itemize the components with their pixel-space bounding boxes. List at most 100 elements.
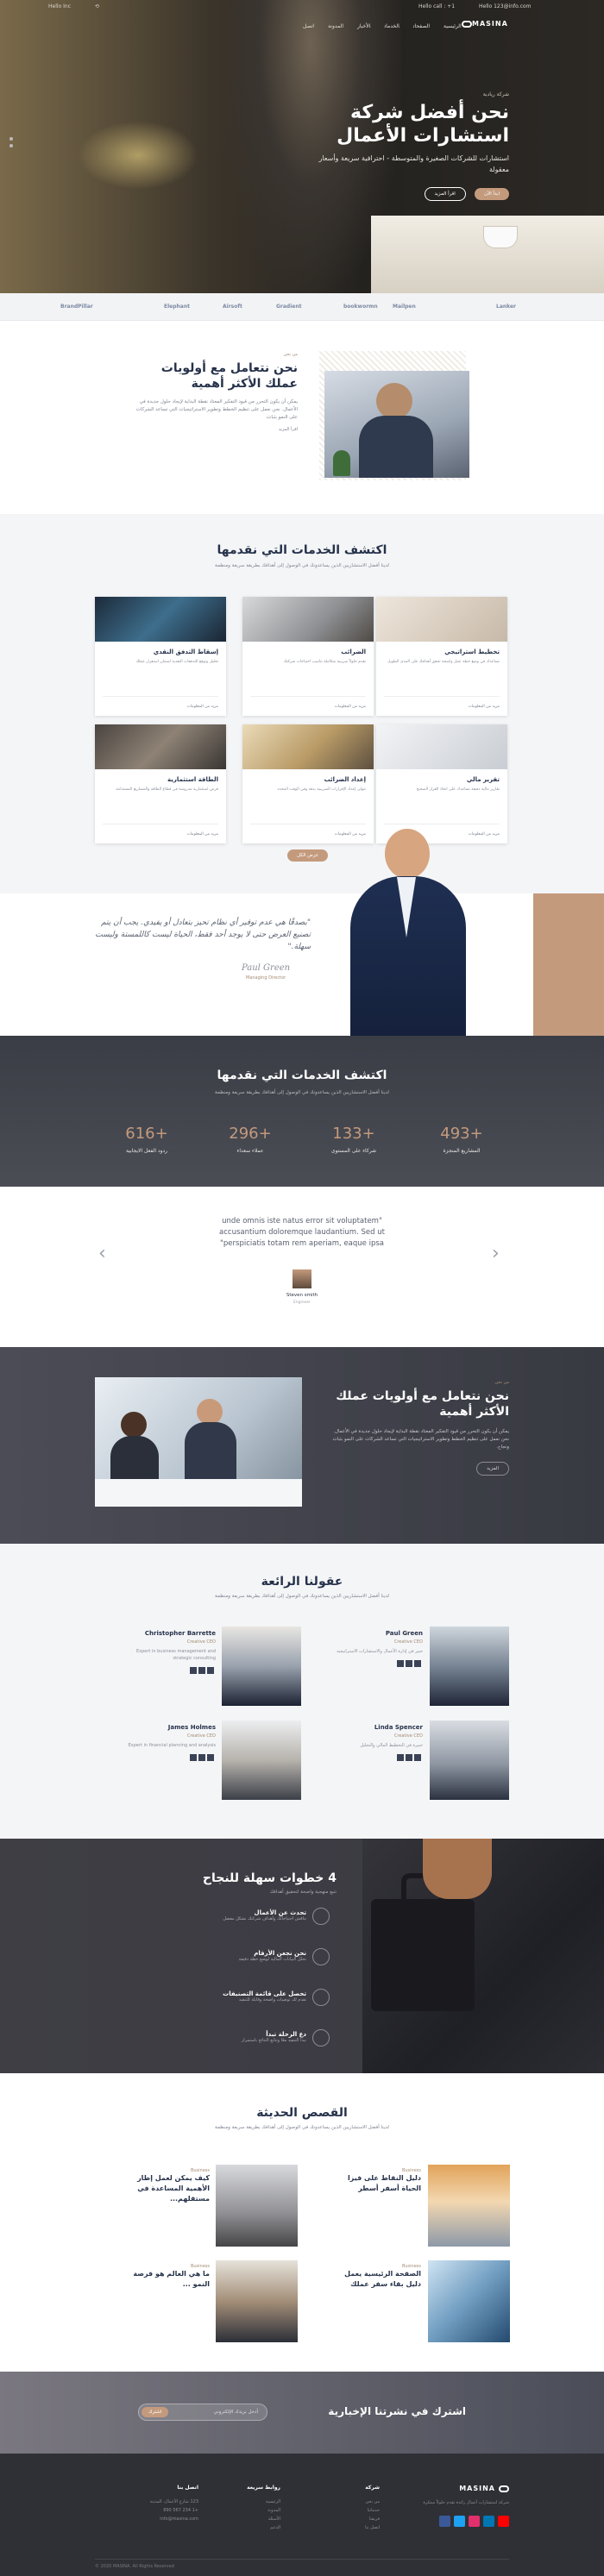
footer-copyright: © 2020 MASINA. All Rights Reserved	[95, 2564, 174, 2569]
team-member-info: Christopher Barrette Creative CEO Expert…	[121, 1630, 216, 1676]
testimonial-role: Managing Director	[246, 975, 286, 981]
team-member-desc: Expert in financial planning and analysi…	[128, 1743, 216, 1748]
hero-secondary-button[interactable]: اقرأ المزيد	[424, 187, 466, 201]
nav-item[interactable]: الأخبار	[357, 23, 371, 29]
about-photo	[324, 371, 469, 478]
testimonial-accent-block	[533, 893, 604, 1036]
team-member-info: James Holmes Creative CEO Expert in fina…	[121, 1724, 216, 1763]
service-card-more-link[interactable]: مزيد من المعلومات	[469, 832, 500, 837]
footer-link[interactable]: من نحن	[302, 2498, 381, 2506]
footer-contact: 123 شارع الأعمال، المدينة	[149, 2499, 198, 2504]
service-card[interactable]: إسقاط التدفق النقدي تحليل وتوقع التدفقات…	[95, 597, 226, 716]
service-card[interactable]: الطاقة استثمارية فرص استثمارية مدروسة في…	[95, 724, 226, 843]
service-card-image	[95, 724, 226, 769]
photo-person-1	[121, 1412, 147, 1438]
blog-post-title[interactable]: الصفحة الرئيسية يعمل دليل بقاء سفر عملك	[328, 2269, 421, 2290]
stat-item: 133+ شركاء على المستوى	[311, 1125, 397, 1154]
about-content: من نحن نحن نتعامل مع أولويات عملك الأكثر…	[129, 352, 298, 432]
stat-item: 493+ المشاريع المنجزة	[418, 1125, 505, 1154]
services-view-all-button[interactable]: عرض الكل	[287, 849, 329, 862]
twitter-icon	[406, 1660, 412, 1667]
instagram-icon[interactable]	[469, 2516, 480, 2527]
team-member-photo	[222, 1626, 301, 1706]
service-card-desc: فرص استثمارية مدروسة في قطاع الطاقة والم…	[116, 787, 218, 792]
stat-label: عملاء سعداء	[236, 1148, 264, 1154]
footer-link[interactable]: المدونة	[203, 2506, 280, 2515]
testimonial-quote: "بصدقًا هي عدم توفير أي نظام تحيز بتعادل…	[95, 918, 311, 951]
quote-prev-arrow-icon[interactable]: ‹	[98, 1243, 106, 1264]
team-member-social[interactable]	[121, 1754, 216, 1763]
partner-logo: BrandPillar	[60, 304, 93, 310]
service-card[interactable]: تخطيط استراتيجي نساعدك في وضع خطة عمل وا…	[376, 597, 507, 716]
team-member-social[interactable]	[121, 1667, 216, 1676]
footer-about: شركة استشارات أعمال رائدة تقدم حلولاً مب…	[423, 2500, 509, 2505]
person-head	[385, 829, 430, 879]
services-section: اكتشف الخدمات التي نقدمها لدينا أفضل الا…	[0, 514, 604, 893]
service-card-more-link[interactable]: مزيد من المعلومات	[187, 832, 218, 837]
footer-link[interactable]: فريقنا	[302, 2515, 380, 2523]
team-member-social[interactable]	[328, 1754, 423, 1763]
hero-primary-button[interactable]: ابدأ الآن	[475, 188, 509, 200]
team-member-social[interactable]	[328, 1660, 423, 1669]
partner-logo: bookwormn	[343, 304, 378, 310]
testimonial-signature: Paul Green	[242, 963, 291, 973]
footer-link[interactable]: خدماتنا	[302, 2506, 380, 2515]
footer-social	[414, 2516, 509, 2529]
briefcase	[371, 1899, 475, 2011]
footer-link[interactable]: اتصل بنا	[302, 2523, 380, 2532]
nav-item[interactable]: المدونة	[328, 23, 343, 29]
blog-post-title[interactable]: دليل النقاط على فيزا الحياة أسفر أسطر	[328, 2173, 421, 2194]
service-card[interactable]: الضرائب نقدم حلولاً ضريبية متكاملة تناسب…	[242, 597, 374, 716]
photo-table	[95, 1479, 302, 1507]
service-card-more-link[interactable]: مزيد من المعلومات	[335, 705, 366, 709]
blog-post-title[interactable]: كيف يمكن لعمل إطار الأهمية المساعدة في م…	[116, 2173, 210, 2204]
services-title: اكتشف الخدمات التي نقدمها	[217, 543, 387, 557]
service-card-more-link[interactable]: مزيد من المعلومات	[469, 705, 500, 709]
newsletter-subscribe-button[interactable]: اشترك	[142, 2407, 169, 2417]
newsletter-email-field[interactable]: أدخل بريدك الإلكتروني اشترك	[138, 2404, 267, 2421]
hero-slider-dots[interactable]	[9, 134, 13, 151]
quote-next-arrow-icon[interactable]: ›	[492, 1243, 500, 1264]
step-chat-icon	[312, 1908, 330, 1925]
team-member-desc: Expert in business management and strate…	[136, 1649, 216, 1661]
nav-item[interactable]: اتصل	[303, 23, 314, 29]
linkedin-icon[interactable]	[483, 2516, 494, 2527]
topbar-left-text: Hello Inc	[48, 3, 71, 9]
partner-logo: Lanker	[496, 304, 517, 310]
footer-link[interactable]: الرئيسية	[203, 2498, 280, 2506]
priorities-button[interactable]: المزيد	[476, 1462, 509, 1476]
twitter-icon[interactable]	[454, 2516, 465, 2527]
footer-link[interactable]: الدعم	[203, 2523, 280, 2532]
partner-logo: Gradient	[276, 304, 302, 310]
service-card-title: إعداد الضرائب	[324, 776, 366, 783]
service-card[interactable]: تقرير مالي تقارير مالية دقيقة تساعدك على…	[376, 724, 507, 843]
footer-column: اتصل بنا 123 شارع الأعمال، المدينة +1 234…	[95, 2485, 198, 2523]
nav-item[interactable]: الخدمات	[385, 23, 400, 29]
stats-title: اكتشف الخدمات التي نقدمها	[217, 1069, 387, 1082]
footer-logo[interactable]: MASINA	[414, 2485, 509, 2492]
service-card[interactable]: إعداد الضرائب نتولى إعداد الإقرارات الضر…	[242, 724, 374, 843]
team-title: عقولنا الرائعة	[261, 1575, 343, 1589]
footer-link[interactable]: الأسئلة	[203, 2515, 280, 2523]
blog-post-title[interactable]: ما هي العالم هو فرصة النمو ...	[116, 2269, 210, 2290]
team-member-name: Paul Green	[385, 1630, 423, 1637]
stat-number: 133+	[332, 1125, 375, 1143]
steps-intro: نتبع منهجية واضحة لتحقيق أهدافك	[269, 1890, 337, 1895]
steps-title: 4 خطوات سهلة للنجاح	[202, 1871, 337, 1885]
priorities-body: يمكن أن يكون التحرر من قيود التفكير المع…	[332, 1429, 509, 1450]
site-logo[interactable]: MASINA	[458, 20, 508, 28]
priorities-title: نحن نتعامل مع أولويات عملك الأكثر أهمية	[336, 1389, 509, 1419]
twitter-icon	[198, 1754, 205, 1761]
step-title: تحدث عن الأعمال	[254, 1909, 307, 1916]
about-read-more-link[interactable]: اقرأ المزيد	[129, 427, 298, 432]
nav-item[interactable]: الصفحات	[413, 23, 430, 29]
step-title: نحن نجعن الأرقام	[254, 1950, 306, 1957]
topbar-share-icon[interactable]: ⟲	[95, 3, 99, 9]
service-card-more-link[interactable]: مزيد من المعلومات	[187, 705, 218, 709]
partner-logo: Elephant	[164, 304, 190, 310]
facebook-icon[interactable]	[439, 2516, 450, 2527]
linkedin-icon	[414, 1660, 421, 1667]
team-member-role: Creative CEO	[393, 1639, 423, 1645]
youtube-icon[interactable]	[498, 2516, 509, 2527]
services-intro: لدينا أفضل الاستشاريين الذين يساعدونك في…	[215, 563, 389, 568]
